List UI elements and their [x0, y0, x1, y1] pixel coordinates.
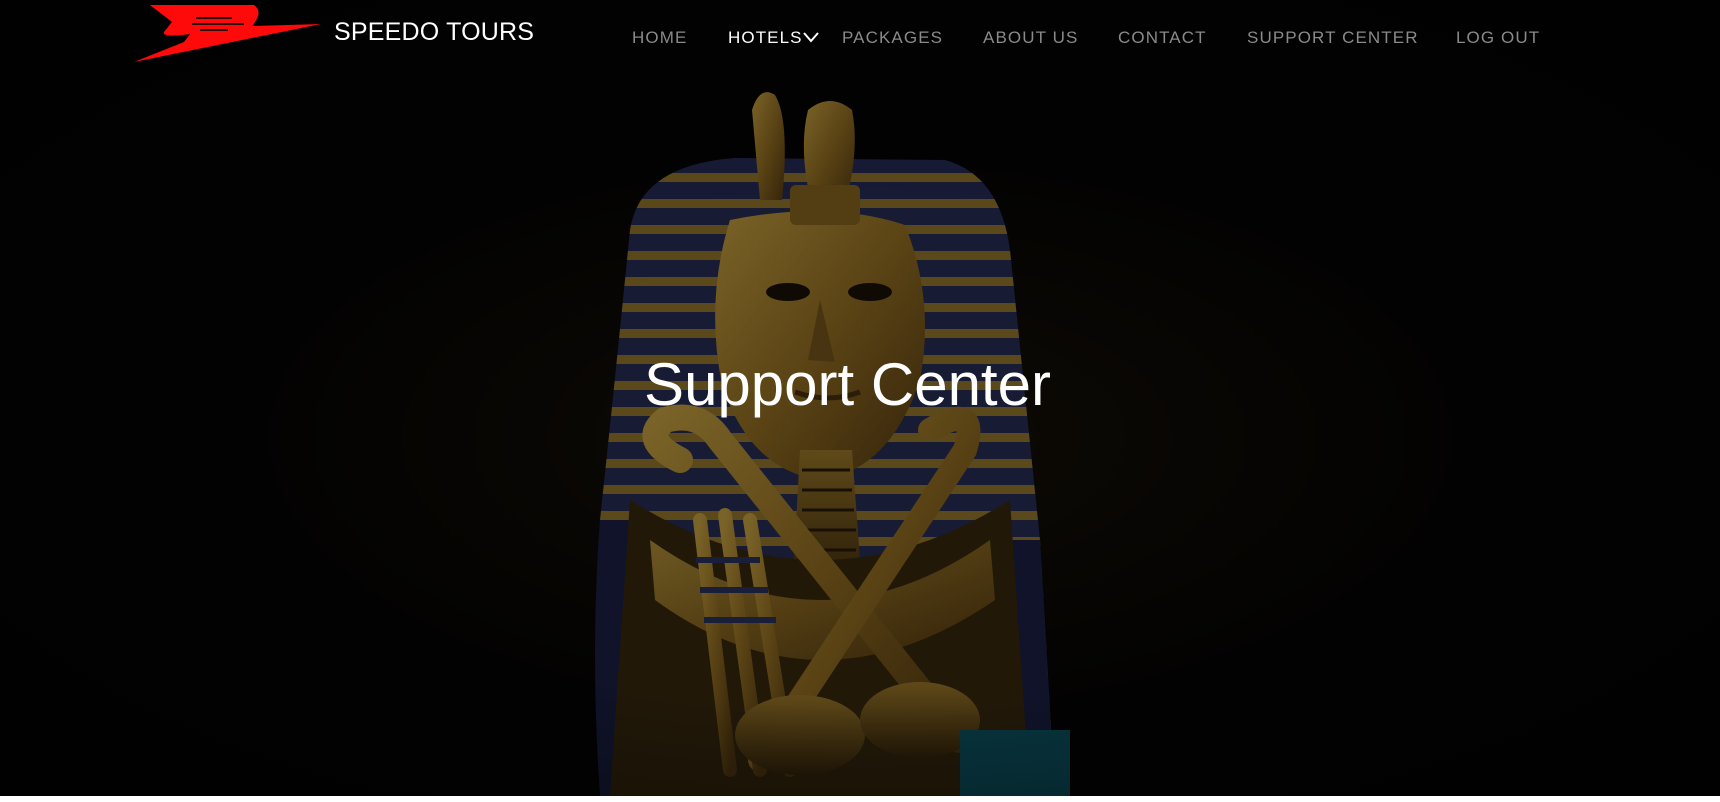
- nav-support-center[interactable]: SUPPORT CENTER: [1247, 28, 1419, 48]
- nav-contact[interactable]: CONTACT: [1118, 28, 1207, 48]
- nav-home[interactable]: HOME: [632, 28, 687, 48]
- nav-about-us[interactable]: ABOUT US: [983, 28, 1078, 48]
- red-bird-wing-logo-icon[interactable]: [132, 4, 324, 64]
- page-bottom-edge: [0, 796, 1720, 802]
- brand-name[interactable]: SPEEDO TOURS: [334, 18, 534, 47]
- nav-hotels[interactable]: HOTELS: [728, 28, 803, 48]
- nav-log-out[interactable]: LOG OUT: [1456, 28, 1540, 48]
- hero-section: SPEEDO TOURS HOME HOTELS PACKAGES ABOUT …: [0, 0, 1720, 796]
- page-title: Support Center: [644, 351, 1051, 418]
- nav-packages[interactable]: PACKAGES: [842, 28, 943, 48]
- chevron-down-icon[interactable]: [802, 29, 820, 45]
- top-navbar: SPEEDO TOURS HOME HOTELS PACKAGES ABOUT …: [0, 0, 1720, 80]
